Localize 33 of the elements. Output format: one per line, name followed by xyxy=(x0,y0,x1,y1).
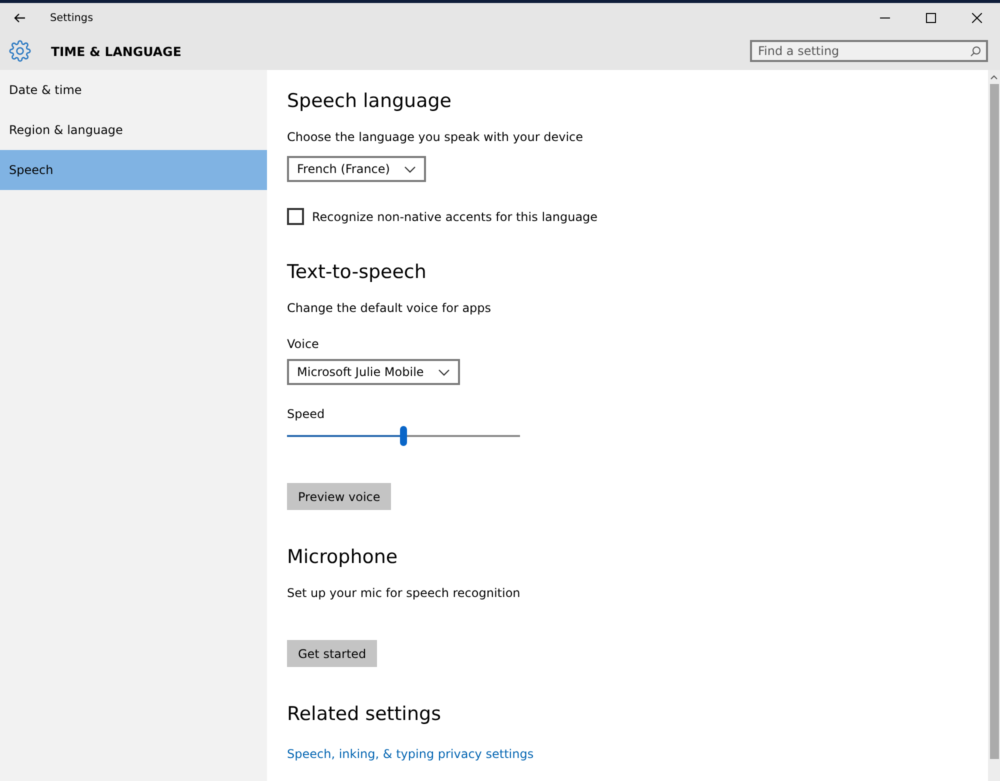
action-button[interactable]: Preview voice xyxy=(287,483,392,510)
dropdown[interactable]: French (France) xyxy=(287,156,426,182)
privacy-settings-link[interactable]: Speech, inking, & typing privacy settings xyxy=(287,747,534,761)
checkbox-label: Recognize non-native accents for this language xyxy=(312,210,598,224)
description-text: Choose the language you speak with your device xyxy=(287,130,584,144)
maximize-icon xyxy=(926,12,936,22)
search-icon xyxy=(970,46,981,57)
window-title: Settings xyxy=(50,12,94,24)
section-heading: Microphone xyxy=(287,546,399,568)
sidebar-item[interactable]: Speech xyxy=(0,150,267,190)
settings-icon xyxy=(9,40,31,62)
chevron-down-icon xyxy=(404,166,416,172)
section-heading: Text-to-speech xyxy=(287,261,428,283)
slider-thumb[interactable] xyxy=(400,426,406,446)
description-text: Set up your mic for speech recognition xyxy=(287,586,522,600)
section-heading: Speech language xyxy=(287,90,452,112)
checkbox[interactable] xyxy=(287,208,304,225)
action-button[interactable]: Get started xyxy=(287,640,378,667)
search-field[interactable]: Find a setting xyxy=(750,40,988,62)
chevron-down-icon xyxy=(438,368,450,376)
scrollbar[interactable] xyxy=(988,70,1000,781)
back-arrow-icon xyxy=(14,12,26,22)
field-label: Voice xyxy=(287,337,320,351)
dropdown[interactable]: Microsoft Julie Mobile xyxy=(287,359,460,385)
scroll-up-icon[interactable] xyxy=(990,74,998,80)
sidebar-item[interactable]: Region & language xyxy=(0,110,267,150)
section-heading: Related settings xyxy=(287,703,442,725)
page-title: TIME & LANGUAGE xyxy=(51,44,182,58)
description-text: Change the default voice for apps xyxy=(287,301,492,315)
scrollbar-thumb[interactable] xyxy=(990,84,998,759)
sidebar-item[interactable]: Date & time xyxy=(0,70,267,110)
field-label: Speed xyxy=(287,407,326,421)
close-icon xyxy=(972,12,982,22)
